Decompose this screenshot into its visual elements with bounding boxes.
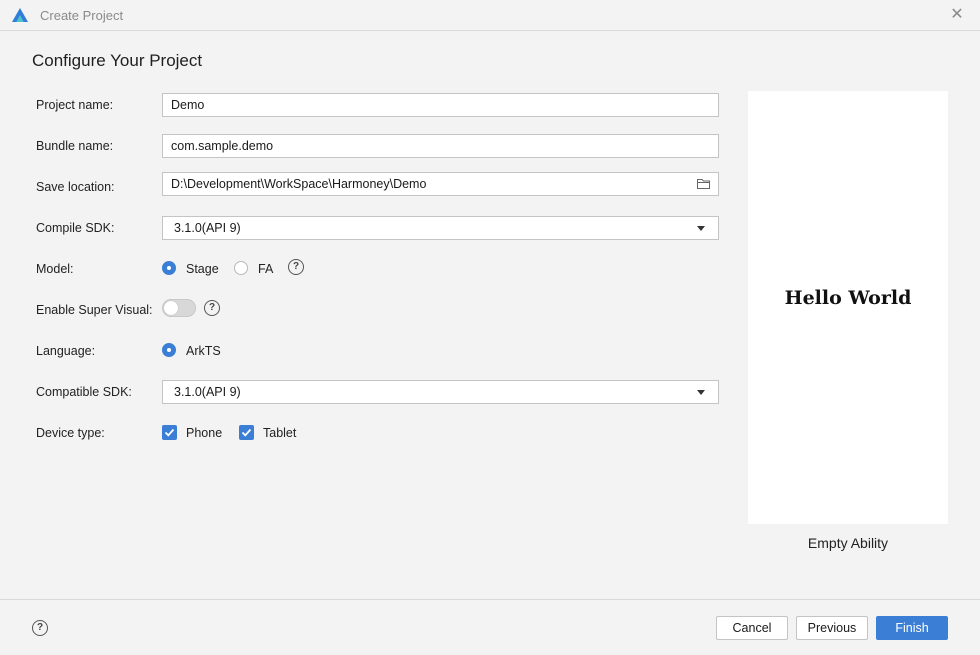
language-arkts-label: ArkTS (186, 344, 221, 358)
footer-divider (0, 599, 980, 600)
project-name-input[interactable]: Demo (162, 93, 719, 117)
help-icon[interactable]: ? (32, 620, 48, 636)
device-tablet-label: Tablet (263, 426, 297, 440)
model-fa-radio[interactable] (234, 261, 248, 275)
device-type-label: Device type: (36, 426, 105, 440)
language-arkts-radio[interactable] (162, 343, 176, 357)
device-tablet-checkbox[interactable] (239, 425, 254, 440)
save-location-value: D:\Development\WorkSpace\Harmoney\Demo (171, 177, 427, 191)
template-name: Empty Ability (807, 535, 889, 551)
compatible-sdk-select[interactable]: 3.1.0(API 9) (162, 380, 719, 404)
close-icon[interactable]: ✕ (948, 6, 966, 24)
save-location-label: Save location: (36, 180, 115, 194)
deveco-logo-icon (12, 8, 28, 22)
model-fa-label: FA (258, 262, 274, 276)
compatible-sdk-label: Compatible SDK: (36, 385, 132, 399)
template-preview: Hello World (748, 91, 948, 524)
page-title: Configure Your Project (32, 51, 203, 70)
cancel-button[interactable]: Cancel (716, 616, 788, 640)
save-location-input[interactable]: D:\Development\WorkSpace\Harmoney\Demo (162, 172, 719, 196)
checkmark-icon (241, 428, 252, 437)
super-visual-help-icon[interactable]: ? (204, 300, 220, 316)
window-title: Create Project (40, 8, 124, 23)
project-name-label: Project name: (36, 98, 114, 112)
language-label: Language: (36, 344, 96, 358)
super-visual-label: Enable Super Visual: (36, 303, 153, 317)
compile-sdk-value: 3.1.0(API 9) (174, 221, 241, 235)
compatible-sdk-value: 3.1.0(API 9) (174, 385, 241, 399)
compile-sdk-select[interactable]: 3.1.0(API 9) (162, 216, 719, 240)
super-visual-toggle[interactable] (162, 299, 196, 317)
chevron-down-icon (697, 390, 705, 395)
model-help-icon[interactable]: ? (288, 259, 304, 275)
model-stage-radio[interactable] (162, 261, 176, 275)
compile-sdk-label: Compile SDK: (36, 221, 115, 235)
folder-icon[interactable] (697, 178, 710, 189)
device-phone-checkbox[interactable] (162, 425, 177, 440)
previous-button[interactable]: Previous (796, 616, 868, 640)
model-label: Model: (36, 262, 74, 276)
bundle-name-label: Bundle name: (36, 139, 114, 153)
title-bar: Create Project ✕ (0, 0, 980, 31)
preview-hello-text: Hello World (784, 287, 912, 309)
chevron-down-icon (697, 226, 705, 231)
finish-button[interactable]: Finish (876, 616, 948, 640)
model-stage-label: Stage (186, 262, 219, 276)
device-phone-label: Phone (186, 426, 223, 440)
bundle-name-input[interactable]: com.sample.demo (162, 134, 719, 158)
toggle-knob (164, 301, 178, 315)
checkmark-icon (164, 428, 175, 437)
